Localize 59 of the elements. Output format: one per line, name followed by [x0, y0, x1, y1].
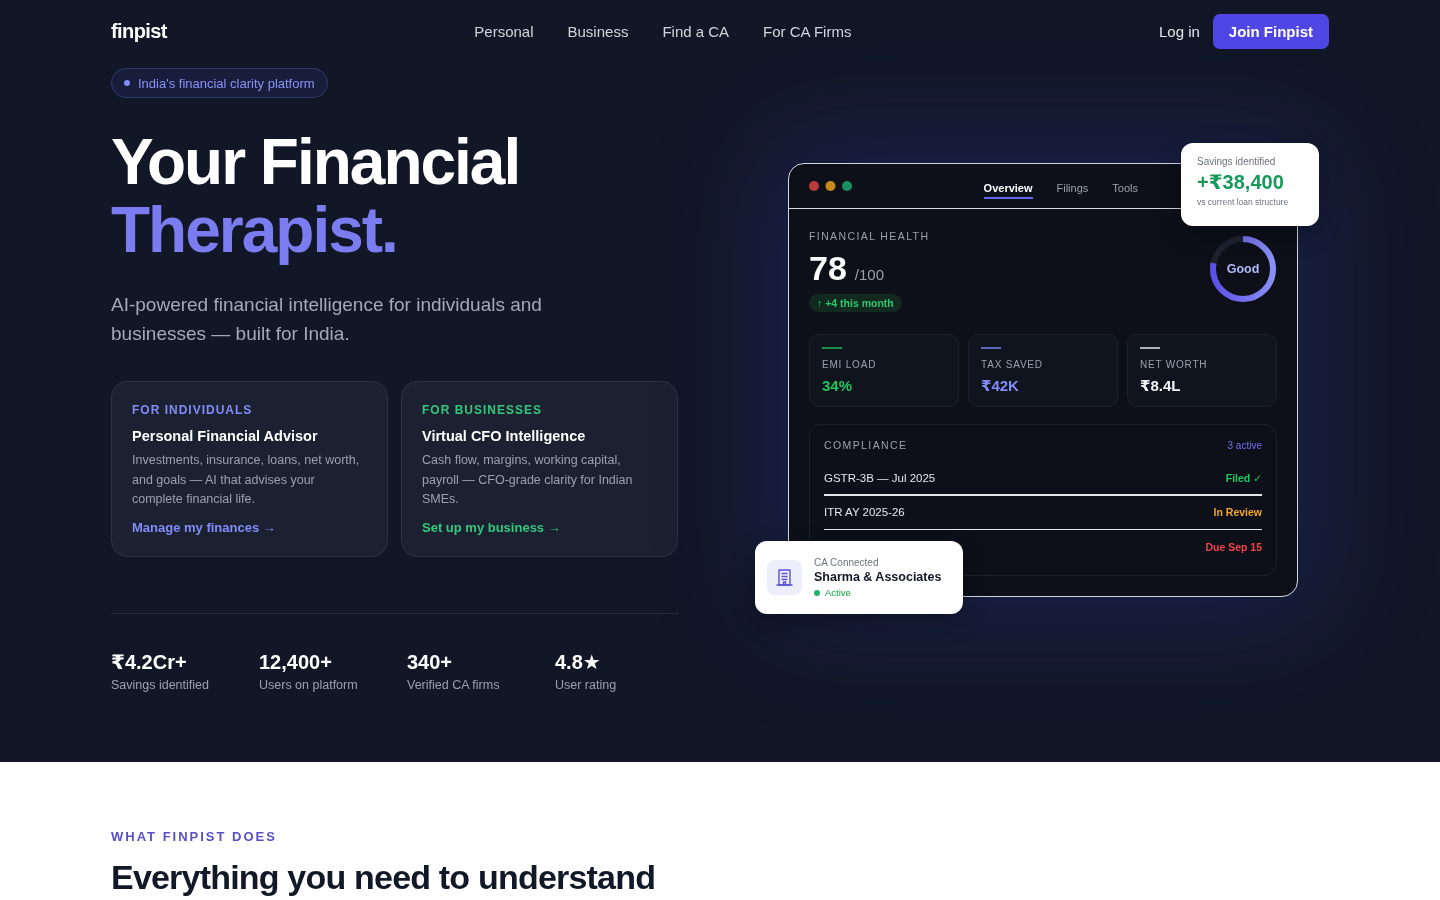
stat-label: Verified CA firms	[407, 678, 500, 692]
rating-text: Good	[1226, 262, 1260, 276]
savings-label: Savings identified	[1197, 156, 1276, 167]
compliance-status: Due Sep 15	[1205, 540, 1262, 553]
ca-status: Active	[825, 587, 851, 598]
card-link[interactable]: Manage my finances →	[132, 519, 276, 535]
tagline-text: India's financial clarity platform	[138, 75, 315, 91]
metric-label: EMI LOAD	[822, 359, 877, 370]
compliance-status: In Review	[1213, 506, 1262, 518]
metric-value: ₹8.4L	[1140, 377, 1181, 395]
savings-amount: +₹38,400	[1197, 170, 1284, 194]
nav-link[interactable]: Personal	[474, 23, 534, 40]
card-title: Virtual CFO Intelligence	[422, 428, 586, 444]
metric-value: 34%	[822, 377, 853, 394]
change-badge: ↑ +4 this month	[809, 294, 902, 312]
window-dots-icon	[809, 181, 852, 191]
compliance-item: ITR AY 2025-26	[824, 506, 905, 518]
section-heading: Everything you need to understand	[111, 857, 656, 897]
metric-label: NET WORTH	[1140, 359, 1208, 370]
card-eyebrow: FOR BUSINESSES	[422, 403, 543, 417]
dashboard-tab[interactable]: Filings	[1056, 175, 1089, 199]
score-max: /100	[854, 266, 885, 283]
section-eyebrow: WHAT FINPIST DOES	[111, 829, 277, 845]
health-score: 78	[809, 248, 847, 288]
nav-link[interactable]: Business	[567, 23, 629, 40]
nav-link[interactable]: For CA Firms	[763, 23, 852, 40]
logo[interactable]: finpist	[111, 20, 167, 43]
savings-note: vs current loan structure	[1197, 197, 1289, 207]
ca-name: Sharma & Associates	[814, 570, 942, 584]
stat-value: ₹4.2Cr+	[111, 650, 187, 674]
card-description: Cash flow, margins, working capital, payroll — CFO-grade clarity for Indian SMEs.	[422, 452, 634, 508]
join-button[interactable]: Join Finpist	[1212, 14, 1329, 49]
health-label: FINANCIAL HEALTH	[809, 230, 930, 242]
status-dot-icon	[814, 589, 820, 596]
card-description: Investments, insurance, loans, net worth, and goals — AI that advises your complete financial life.	[132, 452, 361, 508]
compliance-title: COMPLIANCE	[824, 439, 908, 451]
nav-link[interactable]: Find a CA	[662, 23, 730, 40]
dashboard-tab[interactable]: Tools	[1112, 175, 1138, 199]
metric-label: TAX SAVED	[981, 359, 1043, 370]
card-eyebrow: FOR INDIVIDUALS	[132, 403, 253, 417]
stat-value: 12,400+	[259, 650, 332, 674]
hero-heading: Your Financial Therapist.	[111, 128, 520, 264]
login-link[interactable]: Log in	[1158, 23, 1200, 40]
compliance-item: GSTR-3B — Jul 2025	[824, 471, 936, 484]
compliance-status: Filed ✓	[1225, 471, 1262, 484]
building-icon	[767, 560, 802, 595]
dashboard-tab[interactable]: Overview	[983, 175, 1033, 199]
stat-label: Users on platform	[259, 678, 358, 692]
compliance-count: 3 active	[1227, 439, 1262, 451]
ca-label: CA Connected	[814, 557, 879, 568]
hero-subtitle: AI-powered financial intelligence for individuals and businesses — built for India.	[111, 293, 543, 346]
card-title: Personal Financial Advisor	[132, 428, 318, 444]
stat-value: 4.8★	[555, 650, 601, 674]
stat-label: Savings identified	[111, 678, 209, 692]
stat-label: User rating	[555, 678, 617, 692]
card-link[interactable]: Set up my business →	[422, 519, 561, 535]
dot-icon	[124, 80, 130, 86]
stat-value: 340+	[407, 650, 453, 674]
metric-value: ₹42K	[981, 377, 1019, 395]
